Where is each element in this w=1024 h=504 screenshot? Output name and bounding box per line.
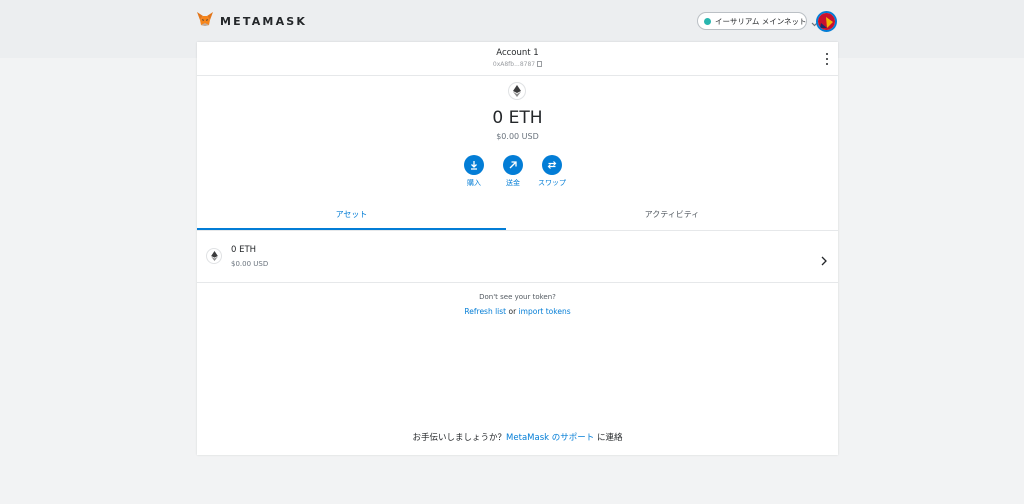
metamask-logo[interactable]: METAMASK (196, 11, 307, 31)
import-tokens-link[interactable]: import tokens (519, 307, 571, 316)
arrow-up-right-icon (503, 155, 523, 175)
send-label: 送金 (506, 179, 520, 187)
support-suffix: に連絡 (594, 433, 623, 443)
asset-fiat-value: $0.00 USD (231, 260, 269, 268)
token-help-question: Don't see your token? (479, 293, 556, 301)
token-help-links: Refresh list or import tokens (197, 307, 838, 316)
swap-button[interactable]: スワップ (532, 155, 572, 188)
support-link[interactable]: MetaMask のサポート (506, 433, 594, 443)
ethereum-icon (206, 248, 222, 264)
send-button[interactable]: 送金 (493, 155, 533, 188)
network-label: イーサリアム メインネット (715, 16, 807, 26)
tab-bar: アセット アクティビティ (197, 203, 838, 231)
fiat-balance: $0.00 USD (496, 132, 539, 141)
support-footer: お手伝いしましょうか？MetaMask のサポート に連絡 (197, 431, 838, 443)
network-status-dot (704, 17, 711, 25)
account-address-copy[interactable]: 0xA8fb...8787 (197, 61, 838, 68)
account-address: 0xA8fb...8787 (492, 61, 536, 68)
chevron-right-icon[interactable] (821, 251, 827, 270)
tab-assets[interactable]: アセット (197, 203, 506, 230)
account-bar: Account 1 0xA8fb...8787 (197, 42, 838, 76)
asset-amount: 0 ETH (231, 245, 257, 255)
network-selector[interactable]: イーサリアム メインネット (697, 12, 817, 30)
swap-label: スワップ (538, 179, 566, 187)
metamask-fox-icon (196, 11, 214, 31)
tab-activity[interactable]: アクティビティ (506, 203, 838, 230)
account-name[interactable]: Account 1 (197, 48, 838, 58)
eth-balance: 0 ETH (492, 108, 543, 128)
ethereum-icon (508, 82, 526, 100)
list-item[interactable]: 0 ETH $0.00 USD (197, 231, 838, 283)
account-options-menu-icon[interactable] (823, 53, 831, 65)
metamask-wordmark: METAMASK (220, 14, 308, 28)
copy-icon (537, 61, 543, 67)
swap-arrows-icon (542, 155, 562, 175)
wallet-card: Account 1 0xA8fb...8787 0 ETH $0.00 USD … (197, 42, 838, 455)
or-text: or (506, 307, 519, 316)
buy-button[interactable]: 購入 (454, 155, 494, 188)
account-avatar[interactable] (816, 11, 837, 32)
refresh-list-link[interactable]: Refresh list (464, 307, 506, 316)
support-prefix: お手伝いしましょうか？ (412, 433, 507, 443)
download-icon (464, 155, 484, 175)
buy-label: 購入 (467, 179, 481, 187)
